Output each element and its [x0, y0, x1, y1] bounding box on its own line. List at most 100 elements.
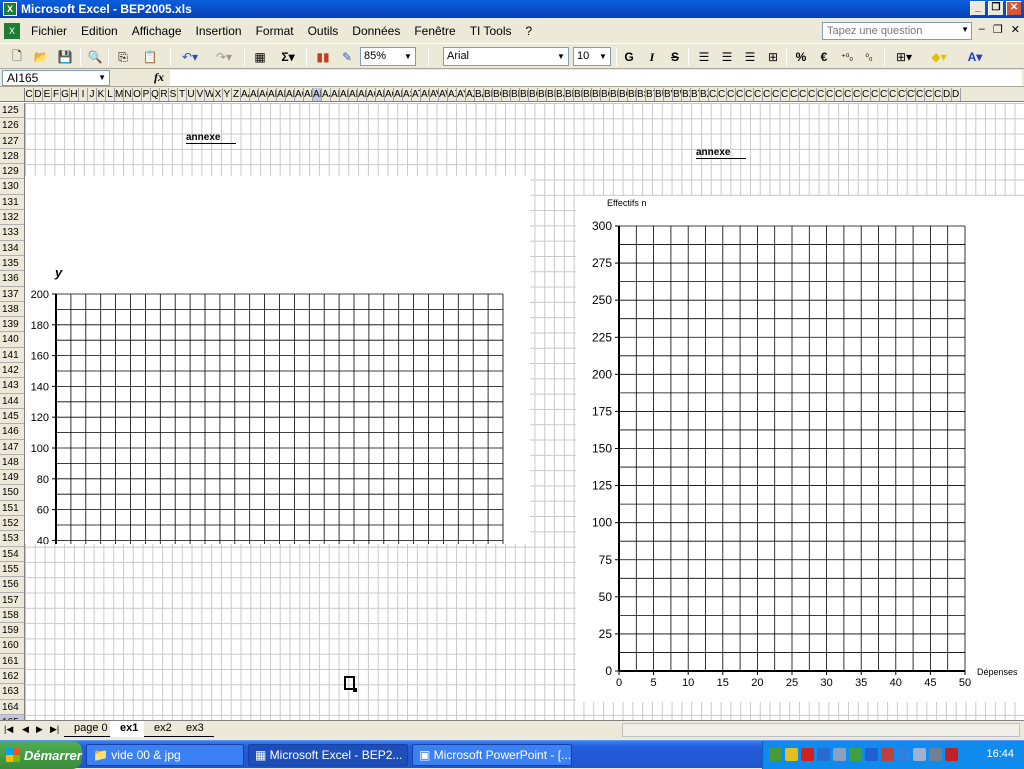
column-header[interactable]: CZ: [934, 88, 943, 101]
column-header[interactable]: AE: [277, 88, 286, 101]
column-header[interactable]: AK: [331, 88, 340, 101]
last-sheet-icon[interactable]: ▶|: [50, 724, 59, 735]
column-header[interactable]: BK: [565, 88, 574, 101]
row-header[interactable]: 146: [0, 424, 24, 440]
column-header[interactable]: AQ: [385, 88, 394, 101]
column-header[interactable]: AP: [376, 88, 385, 101]
menu-outils[interactable]: Outils: [301, 24, 346, 38]
column-header[interactable]: BD: [502, 88, 511, 101]
column-header[interactable]: BY: [691, 88, 700, 101]
column-header[interactable]: BL: [574, 88, 583, 101]
column-header[interactable]: CX: [916, 88, 925, 101]
column-header[interactable]: AN: [358, 88, 367, 101]
column-header[interactable]: Q: [151, 88, 160, 101]
select-all-button[interactable]: [0, 88, 25, 102]
percent-button[interactable]: %: [792, 47, 810, 67]
column-header[interactable]: BF: [520, 88, 529, 101]
column-header[interactable]: BT: [646, 88, 655, 101]
align-left-icon[interactable]: ☰: [695, 47, 713, 67]
new-icon[interactable]: 🗋: [8, 47, 26, 67]
close-button[interactable]: ✕: [1006, 1, 1022, 16]
column-header[interactable]: AD: [268, 88, 277, 101]
row-header[interactable]: 138: [0, 302, 24, 318]
column-header[interactable]: AI: [313, 88, 322, 101]
align-center-icon[interactable]: ☰: [718, 47, 736, 67]
column-header[interactable]: BS: [637, 88, 646, 101]
increase-decimal-icon[interactable]: ⁺⁰₀: [838, 47, 856, 67]
row-header[interactable]: 135: [0, 256, 24, 272]
active-cell[interactable]: [344, 676, 357, 692]
row-header[interactable]: 127: [0, 134, 24, 149]
tray-app-icon[interactable]: [817, 748, 830, 761]
column-header[interactable]: BA: [475, 88, 484, 101]
column-header[interactable]: CR: [862, 88, 871, 101]
column-header[interactable]: BN: [592, 88, 601, 101]
row-header[interactable]: 129: [0, 164, 24, 180]
column-header[interactable]: Z: [232, 88, 241, 101]
column-header[interactable]: G: [61, 88, 70, 101]
name-box[interactable]: AI165 ▼: [2, 70, 110, 86]
column-header[interactable]: AH: [304, 88, 313, 101]
row-header[interactable]: 148: [0, 455, 24, 471]
row-header[interactable]: 125: [0, 103, 24, 119]
column-header[interactable]: BP: [610, 88, 619, 101]
doc-restore-icon[interactable]: ❐: [993, 23, 1003, 36]
column-header[interactable]: AL: [340, 88, 349, 101]
undo-icon[interactable]: ↶▾: [176, 47, 204, 67]
italic-button[interactable]: I: [643, 47, 661, 67]
column-header[interactable]: BZ: [700, 88, 709, 101]
column-header[interactable]: CQ: [853, 88, 862, 101]
column-header[interactable]: AR: [394, 88, 403, 101]
tray-app-icon[interactable]: [913, 748, 926, 761]
question-input[interactable]: Tapez une question ▼: [822, 22, 972, 40]
row-header[interactable]: 152: [0, 516, 24, 532]
column-header[interactable]: K: [97, 88, 106, 101]
column-header[interactable]: AF: [286, 88, 295, 101]
column-header[interactable]: CG: [763, 88, 772, 101]
column-header[interactable]: AW: [439, 88, 448, 101]
column-header[interactable]: CH: [772, 88, 781, 101]
bold-button[interactable]: G: [620, 47, 638, 67]
row-header[interactable]: 126: [0, 118, 24, 134]
row-header[interactable]: 161: [0, 654, 24, 669]
column-header[interactable]: C: [25, 88, 34, 101]
row-header[interactable]: 141: [0, 348, 24, 364]
column-header[interactable]: H: [70, 88, 79, 101]
row-header[interactable]: 158: [0, 608, 24, 624]
column-header[interactable]: V: [196, 88, 205, 101]
column-header[interactable]: BB: [484, 88, 493, 101]
column-header[interactable]: BW: [673, 88, 682, 101]
tab-ex1[interactable]: ex1: [110, 721, 149, 737]
column-header[interactable]: CF: [754, 88, 763, 101]
column-header[interactable]: BM: [583, 88, 592, 101]
column-header[interactable]: BC: [493, 88, 502, 101]
print-preview-icon[interactable]: 🔍: [86, 47, 104, 67]
row-header[interactable]: 157: [0, 593, 24, 608]
chart-effectifs[interactable]: 0 5 10 15 20 25 30 35 40 45 50 0 25 50 75 100 125 150 175 2…: [576, 196, 1024, 702]
column-header[interactable]: T: [178, 88, 187, 101]
column-header[interactable]: AY: [457, 88, 466, 101]
font-color-icon[interactable]: A▾: [960, 47, 990, 67]
menu-edition[interactable]: Edition: [74, 24, 125, 38]
column-header[interactable]: AT: [412, 88, 421, 101]
row-header[interactable]: 137: [0, 287, 24, 302]
column-header[interactable]: DA: [943, 88, 952, 101]
column-header[interactable]: CC: [727, 88, 736, 101]
row-header[interactable]: 130: [0, 179, 24, 195]
row-header[interactable]: 131: [0, 195, 24, 211]
menu-affichage[interactable]: Affichage: [125, 24, 189, 38]
column-header[interactable]: AM: [349, 88, 358, 101]
column-header[interactable]: E: [43, 88, 52, 101]
row-header[interactable]: 155: [0, 562, 24, 578]
borders-icon[interactable]: ⊞▾: [890, 47, 918, 67]
column-header[interactable]: AZ: [466, 88, 475, 101]
column-header[interactable]: BH: [538, 88, 547, 101]
chart-wizard-icon[interactable]: ▮▮: [314, 47, 332, 67]
column-header[interactable]: AV: [430, 88, 439, 101]
workbook-icon[interactable]: X: [4, 23, 20, 39]
row-header[interactable]: 163: [0, 684, 24, 700]
column-header[interactable]: S: [169, 88, 178, 101]
column-header[interactable]: CM: [817, 88, 826, 101]
row-header[interactable]: 164: [0, 700, 24, 715]
column-header[interactable]: W: [205, 88, 214, 101]
